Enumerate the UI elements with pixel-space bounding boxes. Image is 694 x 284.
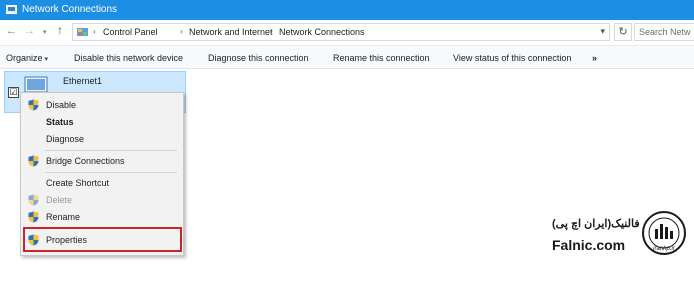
network-connections-icon — [6, 5, 17, 14]
search-input[interactable]: Search Netw — [634, 23, 694, 41]
command-toolbar: Organize ▾ Disable this network device Di… — [0, 45, 694, 69]
organize-button[interactable]: Organize ▾ — [6, 53, 48, 63]
address-dropdown-icon[interactable]: ▾ — [600, 26, 605, 37]
window-title: Network Connections — [22, 4, 118, 15]
menu-item-label: Delete — [46, 195, 73, 205]
up-arrow-icon[interactable]: ↑ — [57, 24, 63, 36]
breadcrumb-network-connections[interactable]: Network Connections — [279, 27, 365, 37]
menu-item-create-shortcut[interactable]: Create Shortcut — [21, 175, 183, 191]
view-status-button[interactable]: View status of this connection — [453, 53, 571, 63]
refresh-icon[interactable]: ↻ — [614, 23, 632, 41]
menu-item-label: Bridge Connections — [46, 156, 125, 166]
chevron-down-icon: ▾ — [44, 56, 49, 63]
control-panel-icon — [77, 28, 88, 36]
menu-item-disable[interactable]: Disable — [21, 97, 183, 113]
properties-highlight-box — [23, 227, 182, 252]
rename-connection-button[interactable]: Rename this connection — [333, 53, 430, 63]
menu-separator — [45, 150, 177, 151]
watermark-brand-text: Falnic.com — [552, 237, 626, 253]
context-menu: Disable Status Diagnose Bridge Connectio… — [20, 92, 184, 256]
watermark: فالنیک(ایران اچ پی) Falnic.com iranhp.ir — [540, 205, 690, 269]
uac-shield-icon — [28, 211, 39, 223]
uac-shield-icon — [28, 194, 39, 206]
breadcrumb-separator-icon: › — [270, 27, 273, 36]
recent-locations-chevron-icon[interactable]: ▾ — [43, 27, 47, 39]
item-checkbox[interactable]: ☑ — [8, 87, 19, 98]
svg-text:iranhp.ir: iranhp.ir — [653, 246, 676, 252]
menu-item-diagnose[interactable]: Diagnose — [21, 131, 183, 147]
iranhp-logo: iranhp.ir — [642, 211, 686, 255]
menu-item-label: Diagnose — [46, 134, 85, 144]
menu-separator — [45, 172, 177, 173]
menu-item-bridge-connections[interactable]: Bridge Connections — [21, 153, 183, 169]
address-row: ← → ▾ ↑ › Control Panel › Network and In… — [0, 20, 694, 44]
back-arrow-icon[interactable]: ← — [6, 25, 17, 37]
organize-label: Organize — [6, 53, 43, 63]
breadcrumb-control-panel[interactable]: Control Panel — [103, 27, 158, 37]
search-placeholder: Search Netw — [639, 27, 691, 37]
uac-shield-icon — [28, 155, 39, 167]
menu-item-label: Create Shortcut — [46, 178, 110, 188]
forward-arrow-icon[interactable]: → — [24, 25, 35, 37]
menu-item-label: Disable — [46, 100, 77, 110]
menu-item-label: Rename — [46, 212, 81, 222]
diagnose-connection-button[interactable]: Diagnose this connection — [208, 53, 309, 63]
menu-item-status[interactable]: Status — [21, 114, 183, 130]
breadcrumb-separator-icon: › — [93, 27, 96, 36]
watermark-persian-text: فالنیک(ایران اچ پی) — [552, 218, 640, 230]
menu-item-delete[interactable]: Delete — [21, 192, 183, 208]
title-bar: Network Connections — [0, 0, 694, 20]
more-commands-button[interactable]: » — [592, 53, 597, 63]
address-bar[interactable]: › Control Panel › Network and Internet ›… — [72, 23, 610, 41]
breadcrumb-separator-icon: › — [180, 27, 183, 36]
menu-item-label: Status — [46, 117, 74, 127]
adapter-name: Ethernet1 — [63, 76, 103, 86]
menu-item-rename[interactable]: Rename — [21, 209, 183, 225]
disable-network-device-button[interactable]: Disable this network device — [74, 53, 183, 63]
breadcrumb-network-and-internet[interactable]: Network and Internet — [189, 27, 273, 37]
uac-shield-icon — [28, 99, 39, 111]
